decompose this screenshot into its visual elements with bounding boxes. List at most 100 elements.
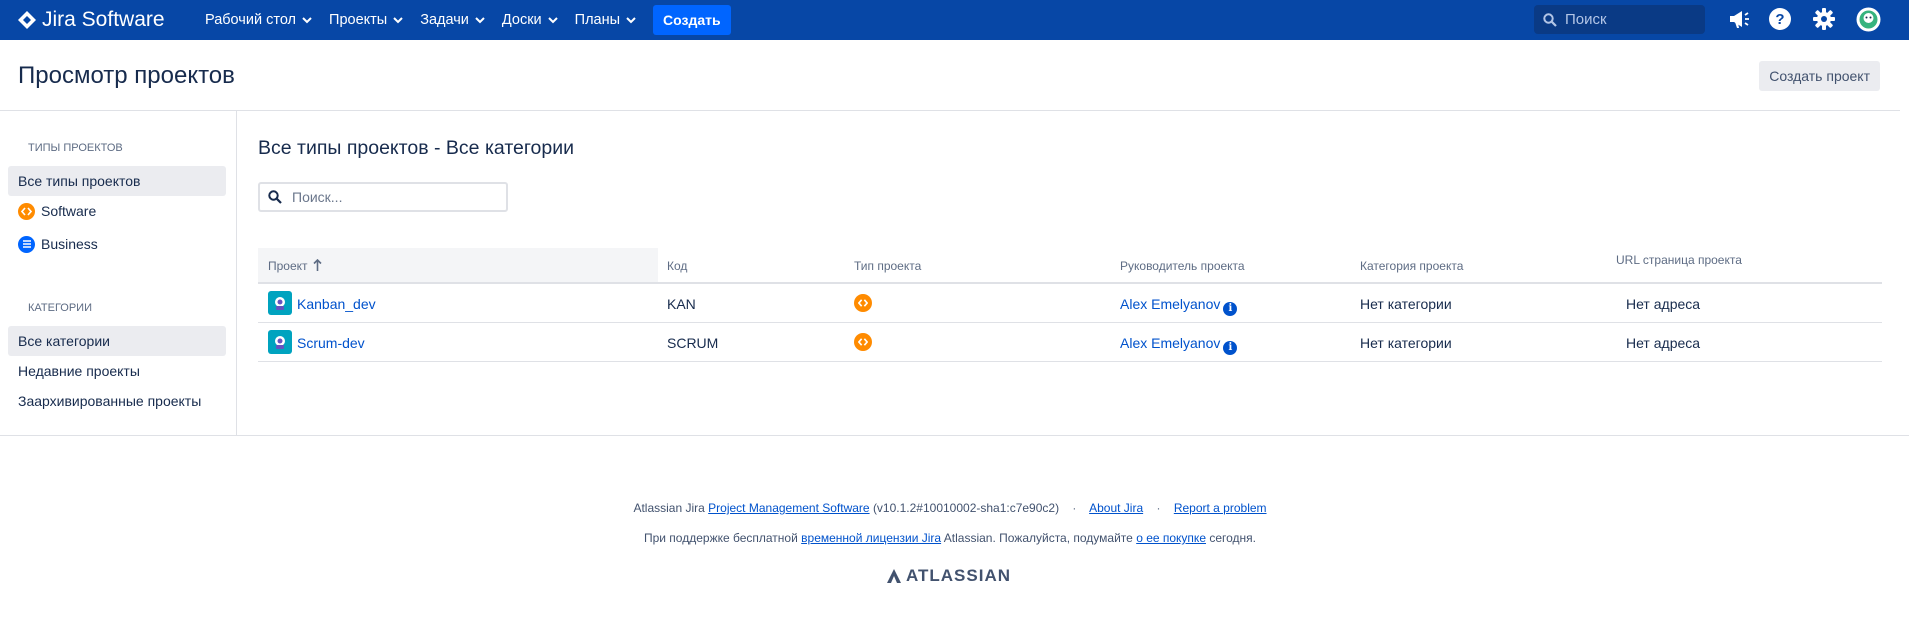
atlassian-logo[interactable]: ATLASSIAN [886, 566, 1011, 586]
create-issue-button[interactable]: Создать [653, 5, 731, 35]
page-title: Просмотр проектов [18, 62, 235, 89]
project-filter[interactable] [258, 182, 508, 212]
footer-line-2: При поддержке бесплатной временной лицен… [0, 531, 1900, 545]
project-category: Нет категории [1360, 296, 1452, 312]
sort-arrow-up-icon [313, 258, 322, 271]
project-avatar[interactable] [268, 330, 292, 354]
nav-projects[interactable]: Проекты [329, 12, 403, 28]
page-header: Просмотр проектов Создать проект [0, 40, 1900, 111]
project-key: KAN [667, 296, 696, 312]
svg-text:?: ? [1775, 11, 1784, 28]
project-avatar[interactable] [268, 291, 292, 315]
sidebar-item-label: Software [41, 203, 97, 219]
search-icon [1543, 12, 1557, 27]
jira-logo-icon [18, 11, 36, 29]
top-navigation-bar: Jira Software Рабочий стол Проекты Задач… [0, 0, 1909, 40]
chevron-down-icon [393, 16, 403, 23]
footer-divider [0, 435, 1909, 436]
project-management-link[interactable]: Project Management Software [708, 501, 869, 515]
project-name-link[interactable]: Scrum-dev [297, 335, 365, 351]
sidebar-item-label: Недавние проекты [18, 363, 140, 379]
sidebar-item-recent-projects[interactable]: Недавние проекты [8, 356, 226, 386]
column-category[interactable]: Категория проекта [1360, 259, 1463, 273]
projects-table: Проект Код Тип проекта Руководитель прое… [258, 248, 1882, 362]
info-icon[interactable]: i [1223, 340, 1238, 355]
chevron-down-icon [475, 16, 485, 23]
footer-product: Atlassian Jira [633, 501, 705, 515]
project-category: Нет категории [1360, 335, 1452, 351]
software-icon [854, 294, 872, 312]
sidebar-item-label: Все категории [18, 333, 110, 349]
global-search-input[interactable] [1565, 11, 1695, 28]
settings-gear-icon[interactable] [1812, 7, 1836, 31]
content-title: Все типы проектов - Все категории [258, 137, 575, 159]
project-types-heading: Типы проектов [28, 142, 123, 154]
sidebar-item-label: Заархивированные проекты [18, 393, 202, 409]
footer-license-middle: Atlassian. Пожалуйста, подумайте [943, 531, 1133, 545]
logo-text: Jira Software [42, 8, 165, 31]
create-project-button[interactable]: Создать проект [1759, 61, 1880, 91]
nav-plans-label: Планы [574, 12, 621, 28]
megaphone-icon[interactable] [1727, 7, 1751, 31]
chevron-down-icon [302, 16, 312, 23]
sidebar-item-archived-projects[interactable]: Заархивированные проекты [8, 386, 226, 416]
chevron-down-icon [626, 16, 636, 23]
software-icon [18, 202, 35, 220]
purchase-link[interactable]: о ее покупке [1136, 531, 1206, 545]
column-key[interactable]: Код [667, 259, 687, 273]
column-project-label: Проект [268, 259, 308, 273]
footer-separator: · [1156, 501, 1161, 515]
help-icon[interactable]: ? [1768, 7, 1792, 31]
sidebar-item-label: Business [41, 236, 98, 252]
footer-separator: · [1072, 501, 1077, 515]
info-icon[interactable]: i [1223, 301, 1238, 316]
profile-avatar-icon[interactable] [1856, 7, 1881, 32]
sidebar-item-software[interactable]: Software [8, 196, 226, 226]
nav-boards-label: Доски [501, 12, 542, 28]
project-lead: Alex Emelyanov i [1120, 335, 1238, 355]
table-header: Проект Код Тип проекта Руководитель прое… [258, 248, 1882, 284]
chevron-down-icon [547, 16, 558, 23]
report-problem-link[interactable]: Report a problem [1174, 501, 1267, 515]
sidebar-item-label: Все типы проектов [18, 173, 141, 189]
footer-license-prefix: При поддержке бесплатной [643, 531, 798, 545]
footer-license-suffix: сегодня. [1209, 531, 1257, 545]
atlassian-wordmark: ATLASSIAN [906, 566, 1012, 585]
nav-projects-label: Проекты [329, 12, 388, 28]
license-link[interactable]: временной лицензии Jira [801, 531, 941, 545]
footer-line-1: Atlassian Jira Project Management Softwa… [0, 501, 1900, 515]
project-lead-link[interactable]: Alex Emelyanov [1120, 296, 1220, 312]
project-filter-input[interactable] [292, 189, 492, 205]
nav-dashboards-label: Рабочий стол [205, 12, 297, 28]
column-type[interactable]: Тип проекта [854, 259, 921, 273]
nav-dashboards[interactable]: Рабочий стол [205, 12, 312, 28]
jira-logo[interactable]: Jira Software [18, 8, 188, 32]
column-url[interactable]: URL страница проекта [1616, 253, 1742, 267]
table-row: Kanban_dev KAN Alex Emelyanov i Нет катег… [258, 284, 1882, 323]
nav-boards[interactable]: Доски [502, 12, 558, 28]
sidebar-item-business[interactable]: Business [8, 229, 226, 259]
atlassian-logo-icon [887, 569, 901, 583]
project-lead: Alex Emelyanov i [1120, 296, 1238, 316]
software-icon [854, 333, 872, 351]
sidebar-item-all-categories[interactable]: Все категории [8, 326, 226, 356]
search-icon [268, 190, 282, 204]
column-project[interactable]: Проект [268, 258, 322, 273]
column-lead[interactable]: Руководитель проекта [1120, 259, 1245, 273]
global-search[interactable] [1534, 5, 1705, 34]
nav-issues[interactable]: Задачи [420, 12, 485, 28]
project-lead-link[interactable]: Alex Emelyanov [1120, 335, 1220, 351]
project-name-link[interactable]: Kanban_dev [297, 296, 376, 312]
footer-version: (v10.1.2#10010002-sha1:c7e90c2) [872, 501, 1060, 515]
nav-plans[interactable]: Планы [575, 12, 636, 28]
about-jira-link[interactable]: About Jira [1089, 501, 1143, 515]
sidebar-item-all-types[interactable]: Все типы проектов [8, 166, 226, 196]
project-url: Нет адреса [1626, 296, 1701, 312]
table-row: Scrum-dev SCRUM Alex Emelyanov i Нет кате… [258, 323, 1882, 362]
project-url: Нет адреса [1626, 335, 1701, 351]
project-key: SCRUM [667, 335, 719, 351]
nav-issues-label: Задачи [420, 12, 469, 28]
business-icon [18, 235, 35, 253]
categories-heading: Категории [28, 302, 92, 314]
sidebar: Типы проектов Все типы проектов Software… [0, 111, 237, 435]
